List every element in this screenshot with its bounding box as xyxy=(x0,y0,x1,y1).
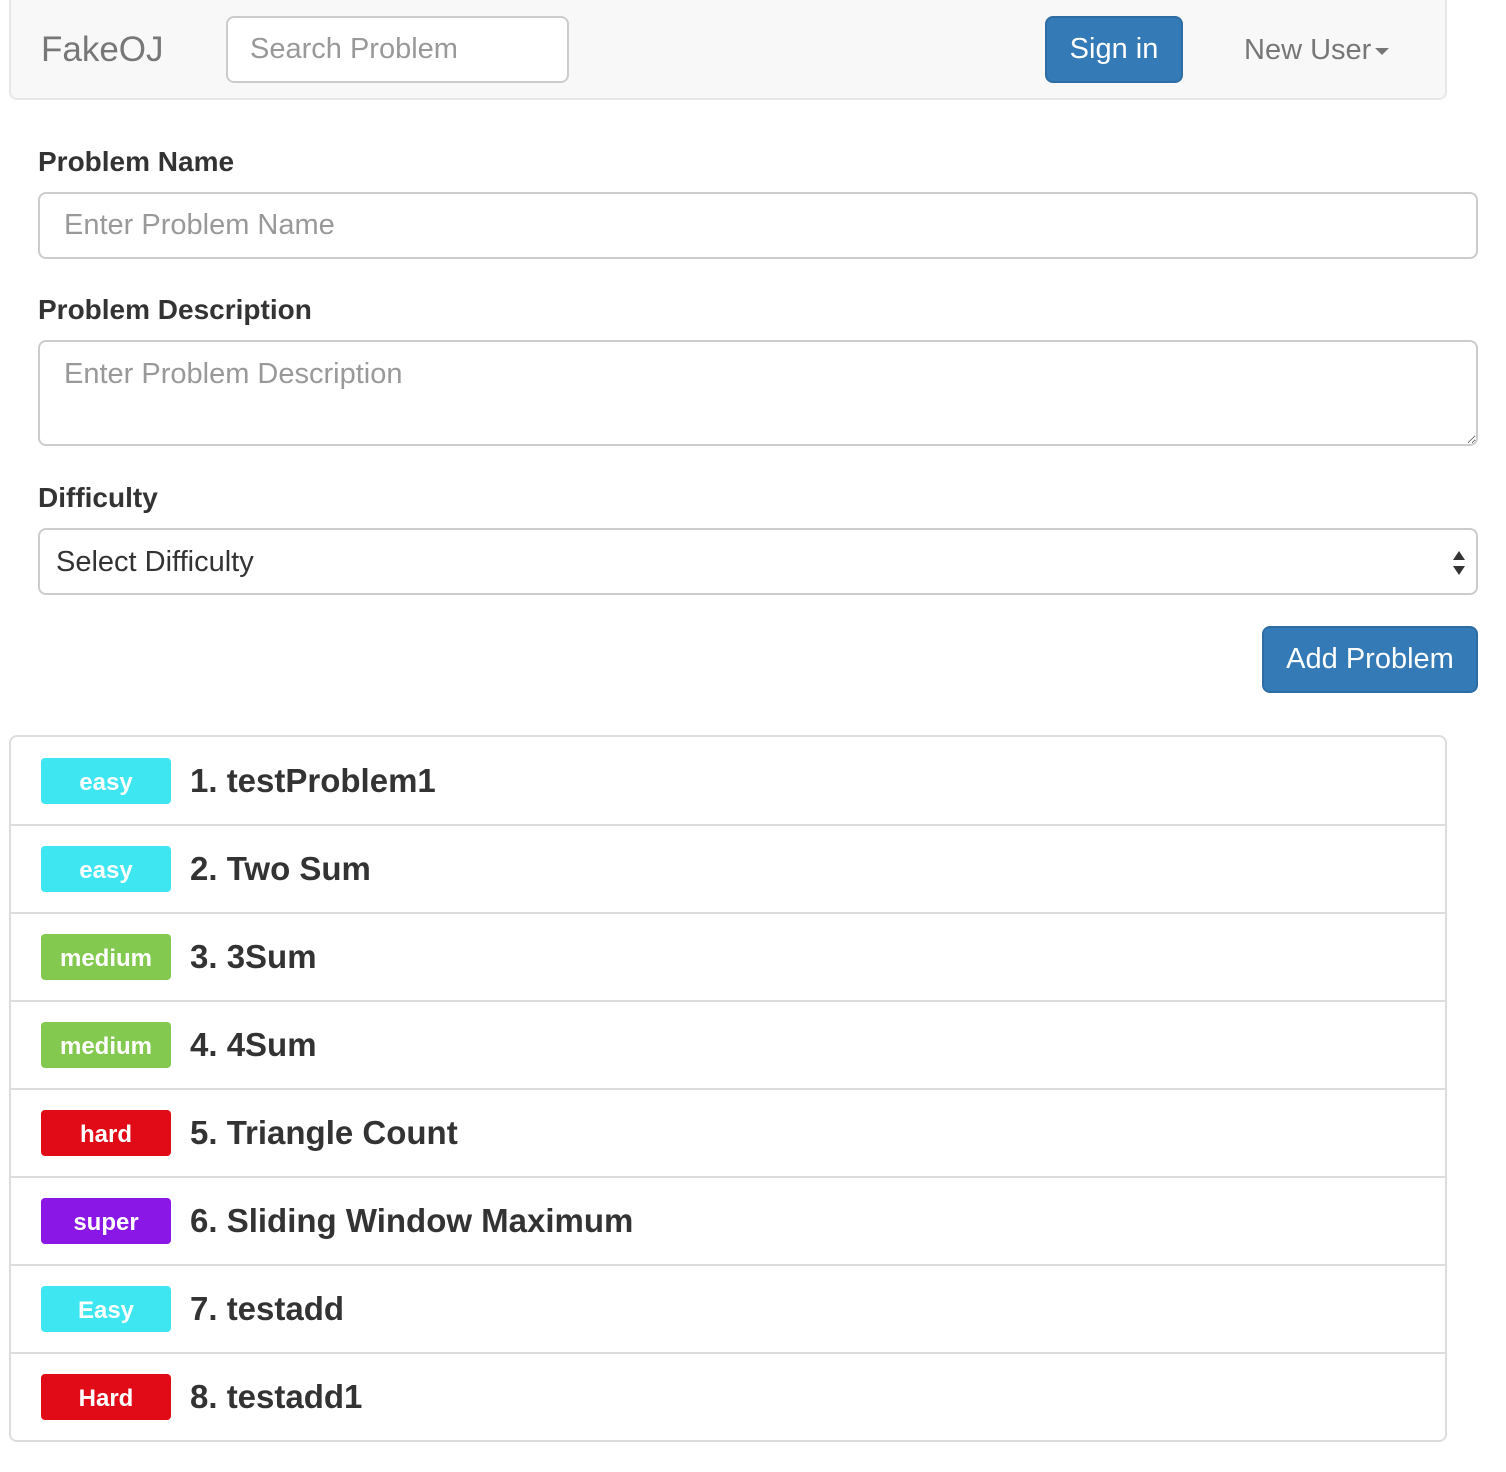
new-user-label: New User xyxy=(1244,34,1372,66)
difficulty-select[interactable]: Select Difficulty xyxy=(38,528,1478,595)
new-user-dropdown[interactable]: New User xyxy=(1244,28,1390,72)
problem-title: 3. 3Sum xyxy=(190,938,317,975)
problem-list: easy 1. testProblem1 easy 2. Two Sum medium 3… xyxy=(9,735,1447,1442)
problem-title: 8. testadd1 xyxy=(190,1378,363,1415)
difficulty-badge: super xyxy=(41,1198,171,1244)
difficulty-label: Difficulty xyxy=(38,482,158,513)
difficulty-badge: medium xyxy=(41,1022,171,1068)
sign-in-label: Sign in xyxy=(1069,33,1159,65)
problem-list-item[interactable]: super 6. Sliding Window Maximum xyxy=(11,1176,1445,1264)
select-arrows-icon xyxy=(1453,551,1465,575)
sign-in-button[interactable]: Sign in xyxy=(1045,16,1183,83)
problem-list-item[interactable]: Hard 8. testadd1 xyxy=(11,1352,1445,1440)
problem-list-item[interactable]: easy 1. testProblem1 xyxy=(11,737,1445,824)
brand-link[interactable]: FakeOJ xyxy=(41,28,164,72)
difficulty-badge: easy xyxy=(41,846,171,892)
problem-title: 5. Triangle Count xyxy=(190,1114,458,1151)
navbar: FakeOJ Sign in New User xyxy=(9,0,1447,100)
difficulty-badge: hard xyxy=(41,1110,171,1156)
difficulty-badge: easy xyxy=(41,757,171,804)
problem-name-label: Problem Name xyxy=(38,146,235,177)
problem-title: 6. Sliding Window Maximum xyxy=(190,1202,634,1239)
difficulty-badge: Easy xyxy=(41,1286,171,1332)
problem-description-label: Problem Description xyxy=(38,294,312,325)
problem-list-item[interactable]: Easy 7. testadd xyxy=(11,1264,1445,1352)
problem-list-item[interactable]: easy 2. Two Sum xyxy=(11,824,1445,912)
difficulty-badge: medium xyxy=(41,934,171,980)
problem-title: 4. 4Sum xyxy=(190,1026,317,1063)
problem-name-input[interactable] xyxy=(38,192,1478,259)
problem-description-textarea[interactable] xyxy=(38,340,1478,446)
problem-title: 7. testadd xyxy=(190,1290,345,1327)
problem-list-item[interactable]: hard 5. Triangle Count xyxy=(11,1088,1445,1176)
add-problem-button[interactable]: Add Problem xyxy=(1262,626,1478,693)
add-problem-label: Add Problem xyxy=(1286,643,1454,675)
problem-title: 2. Two Sum xyxy=(190,850,371,887)
difficulty-badge: Hard xyxy=(41,1374,171,1420)
problem-list-item[interactable]: medium 3. 3Sum xyxy=(11,912,1445,1000)
search-problem-input[interactable] xyxy=(226,16,569,83)
caret-down-icon xyxy=(1375,47,1390,55)
difficulty-select-value: Select Difficulty xyxy=(56,546,254,578)
problem-list-item[interactable]: medium 4. 4Sum xyxy=(11,1000,1445,1088)
problem-title: 1. testProblem1 xyxy=(190,761,436,799)
